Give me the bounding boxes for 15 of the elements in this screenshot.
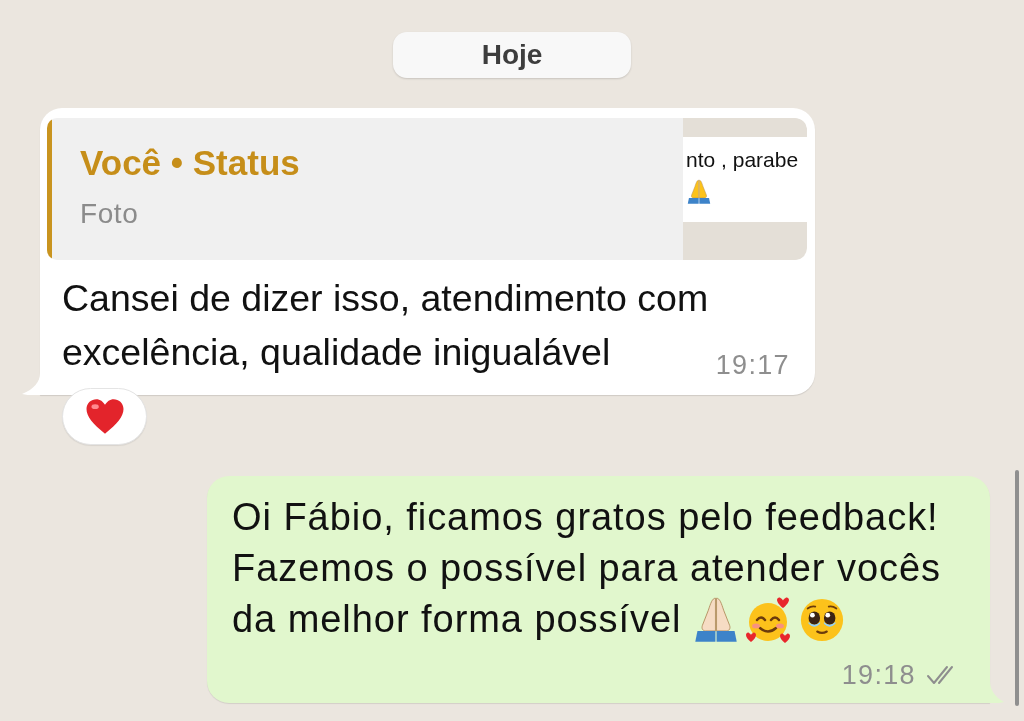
message-time: 19:18 — [841, 659, 916, 691]
message-text: Cansei de dizer isso, atendimento com excelência, qualidade inigualável — [62, 276, 710, 375]
message-text: da melhor forma possível — [232, 597, 682, 642]
folded-hands-icon — [693, 595, 740, 644]
message-text: Oi Fábio, ficamos gratos pelo feedback! — [232, 495, 939, 540]
date-divider: Hoje — [393, 32, 631, 78]
praying-hands-icon — [687, 179, 711, 205]
message-text: Fazemos o possível para atender vocês — [232, 546, 941, 591]
reply-author: Você • Status — [80, 142, 301, 184]
heart-reaction-icon[interactable] — [62, 388, 147, 445]
message-time: 19:17 — [715, 349, 790, 381]
teary-eyed-face-icon — [799, 596, 846, 643]
reply-subtitle: Foto — [80, 197, 140, 231]
scrollbar-thumb[interactable] — [1015, 470, 1019, 706]
thumbnail-text: nto , parabe — [686, 147, 800, 173]
